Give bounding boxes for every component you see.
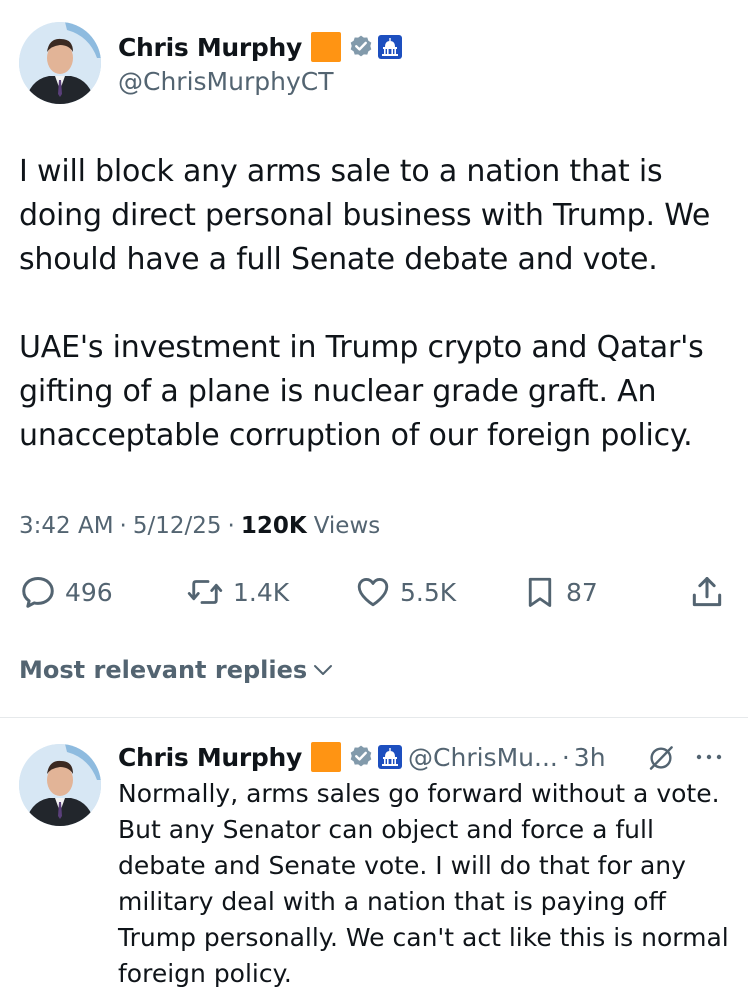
grok-icon: [649, 746, 673, 770]
reply-time[interactable]: 3h: [574, 743, 606, 772]
repost-button[interactable]: 1.4K: [185, 572, 289, 612]
reply-separator: ·: [561, 742, 570, 772]
author-handle[interactable]: @ChrisMurphyCT: [118, 67, 333, 96]
tweet-text-paragraph-1: I will block any arms sale to a nation t…: [19, 154, 720, 277]
bookmark-count: 87: [566, 577, 598, 607]
views-label: Views: [313, 513, 381, 539]
bookmark-button[interactable]: 87: [522, 572, 598, 612]
meta-separator: ·: [119, 513, 127, 539]
meta-separator: ·: [227, 513, 235, 539]
like-count: 5.5K: [400, 577, 457, 607]
reply-author-name[interactable]: Chris Murphy: [118, 743, 302, 772]
like-button[interactable]: 5.5K: [354, 572, 456, 612]
affiliate-badge: [311, 742, 342, 772]
tweet-meta: 3:42 AM · 5/12/25 · 120K Views: [19, 510, 380, 542]
reply-sort-label: Most relevant replies: [19, 656, 308, 684]
tweet-time[interactable]: 3:42 AM: [19, 513, 114, 539]
divider: [0, 717, 748, 718]
capitol-icon: [378, 35, 403, 59]
like-icon: [357, 577, 389, 607]
repost-count: 1.4K: [233, 577, 290, 607]
reply-icon: [22, 577, 54, 608]
reply-text: Normally, arms sales go forward without …: [118, 779, 737, 988]
views-count: 120K: [240, 513, 307, 539]
reply-count: 496: [65, 577, 113, 607]
reply-author-handle[interactable]: @ChrisMu...: [408, 743, 558, 772]
reply-header: Chris Murphy @ChrisMu... · 3h: [118, 740, 606, 774]
share-button[interactable]: [688, 573, 726, 615]
tweet-date[interactable]: 5/12/25: [133, 513, 222, 539]
reply-author-avatar[interactable]: [19, 744, 101, 826]
grok-button[interactable]: [646, 743, 676, 777]
capitol-icon: [378, 745, 403, 769]
more-options-button[interactable]: [694, 749, 724, 769]
repost-icon: [187, 580, 223, 604]
verified-icon: [350, 745, 372, 767]
author-name[interactable]: Chris Murphy: [118, 33, 302, 62]
reply-button[interactable]: 496: [19, 572, 113, 612]
bookmark-icon: [528, 577, 552, 607]
chevron-down-icon: [314, 665, 333, 675]
more-icon: [696, 754, 722, 760]
share-icon: [692, 577, 722, 607]
reply-sort-dropdown[interactable]: Most relevant replies: [19, 652, 335, 688]
verified-icon: [350, 35, 372, 57]
author-avatar[interactable]: [19, 22, 101, 104]
tweet-text-paragraph-2: UAE's investment in Trump crypto and Qat…: [19, 330, 713, 453]
affiliate-badge: [311, 32, 342, 62]
